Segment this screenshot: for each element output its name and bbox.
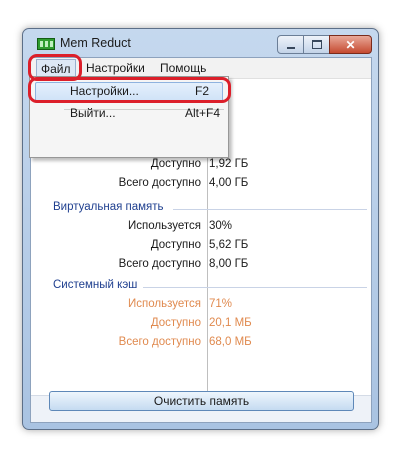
row-label: Всего доступно bbox=[118, 258, 201, 270]
menu-help[interactable]: Помощь bbox=[160, 61, 206, 75]
section-divider bbox=[173, 209, 367, 210]
maximize-icon bbox=[311, 40, 322, 49]
menu-settings[interactable]: Настройки bbox=[86, 61, 145, 75]
close-icon: ✕ bbox=[345, 37, 356, 52]
row-label: Всего доступно bbox=[118, 177, 201, 189]
row-label: Доступно bbox=[150, 317, 201, 329]
row-value: 8,00 ГБ bbox=[209, 258, 249, 270]
title-bar[interactable]: Mem Reduct ✕ bbox=[23, 29, 378, 57]
row-value: 68,0 МБ bbox=[209, 336, 252, 348]
row-value: 1,92 ГБ bbox=[209, 158, 249, 170]
minimize-button[interactable] bbox=[277, 35, 304, 54]
row-label: Доступно bbox=[150, 239, 201, 251]
highlight-settings-item bbox=[28, 77, 231, 103]
row-value: 71% bbox=[209, 298, 233, 310]
row-value: 20,1 МБ bbox=[209, 317, 252, 329]
close-button[interactable]: ✕ bbox=[329, 35, 372, 54]
maximize-button[interactable] bbox=[303, 35, 330, 54]
section-title-virtual-memory: Виртуальная память bbox=[53, 201, 164, 213]
memory-chip-icon bbox=[37, 38, 55, 50]
row-label: Используется bbox=[128, 298, 201, 310]
row-value: 30% bbox=[209, 220, 233, 232]
menu-item-exit-label[interactable]: Выйти... bbox=[70, 106, 116, 120]
row-label: Используется bbox=[128, 220, 201, 232]
window-title: Mem Reduct bbox=[60, 36, 131, 50]
row-value: 5,62 ГБ bbox=[209, 239, 249, 251]
row-value: 4,00 ГБ bbox=[209, 177, 249, 189]
row-label: Всего доступно bbox=[118, 336, 201, 348]
minimize-icon bbox=[286, 46, 295, 49]
section-title-system-cache: Системный кэш bbox=[53, 279, 138, 291]
row-label: Доступно bbox=[150, 158, 201, 170]
caption-buttons: ✕ bbox=[277, 35, 372, 54]
section-divider bbox=[143, 287, 367, 288]
menu-item-exit-shortcut: Alt+F4 bbox=[185, 106, 221, 120]
clean-memory-button[interactable]: Очистить память bbox=[49, 391, 354, 411]
